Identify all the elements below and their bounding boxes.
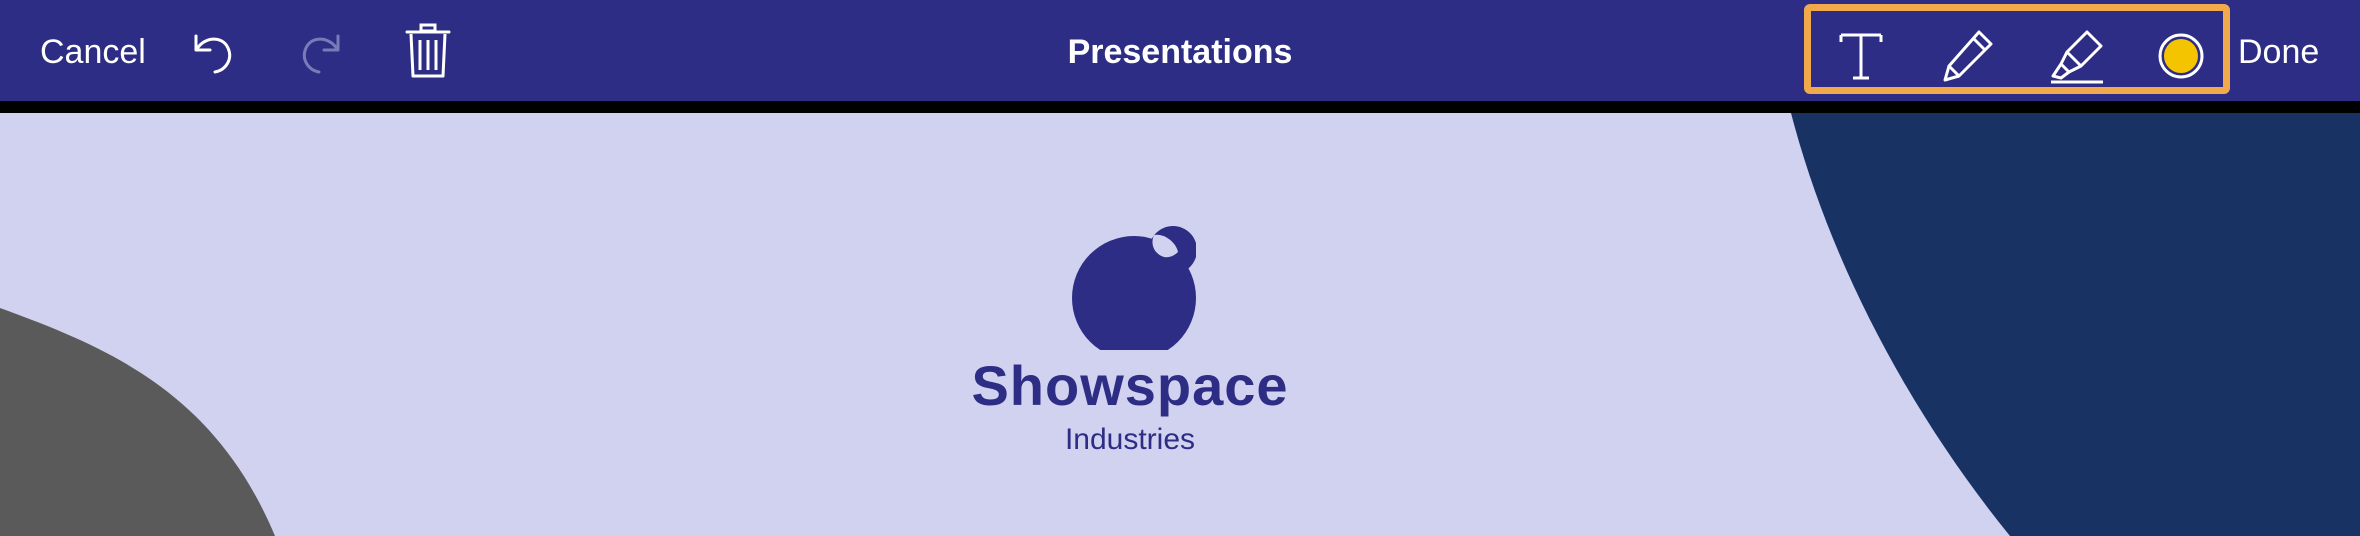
trash-icon[interactable] [398,22,458,82]
showspace-logo-icon [1066,220,1197,360]
highlighter-icon[interactable] [2047,26,2107,86]
brand-name: Showspace [971,354,1289,417]
brand-subtitle: Industries [1064,423,1196,456]
pencil-icon[interactable] [1937,26,1997,86]
page-title: Presentations [1067,33,1293,71]
undo-icon[interactable] [182,22,242,82]
redo-icon[interactable] [292,22,352,82]
markup-tools-group [1804,4,2230,94]
slide-canvas[interactable]: Showspace Industries [0,113,2360,536]
cancel-button[interactable]: Cancel [40,0,146,101]
toolbar-divider [0,101,2360,113]
top-toolbar: Cancel Presentations Done [0,0,2360,101]
done-button[interactable]: Done [2238,0,2319,101]
color-picker-icon[interactable] [2151,26,2211,86]
text-tool-icon[interactable] [1831,26,1891,86]
